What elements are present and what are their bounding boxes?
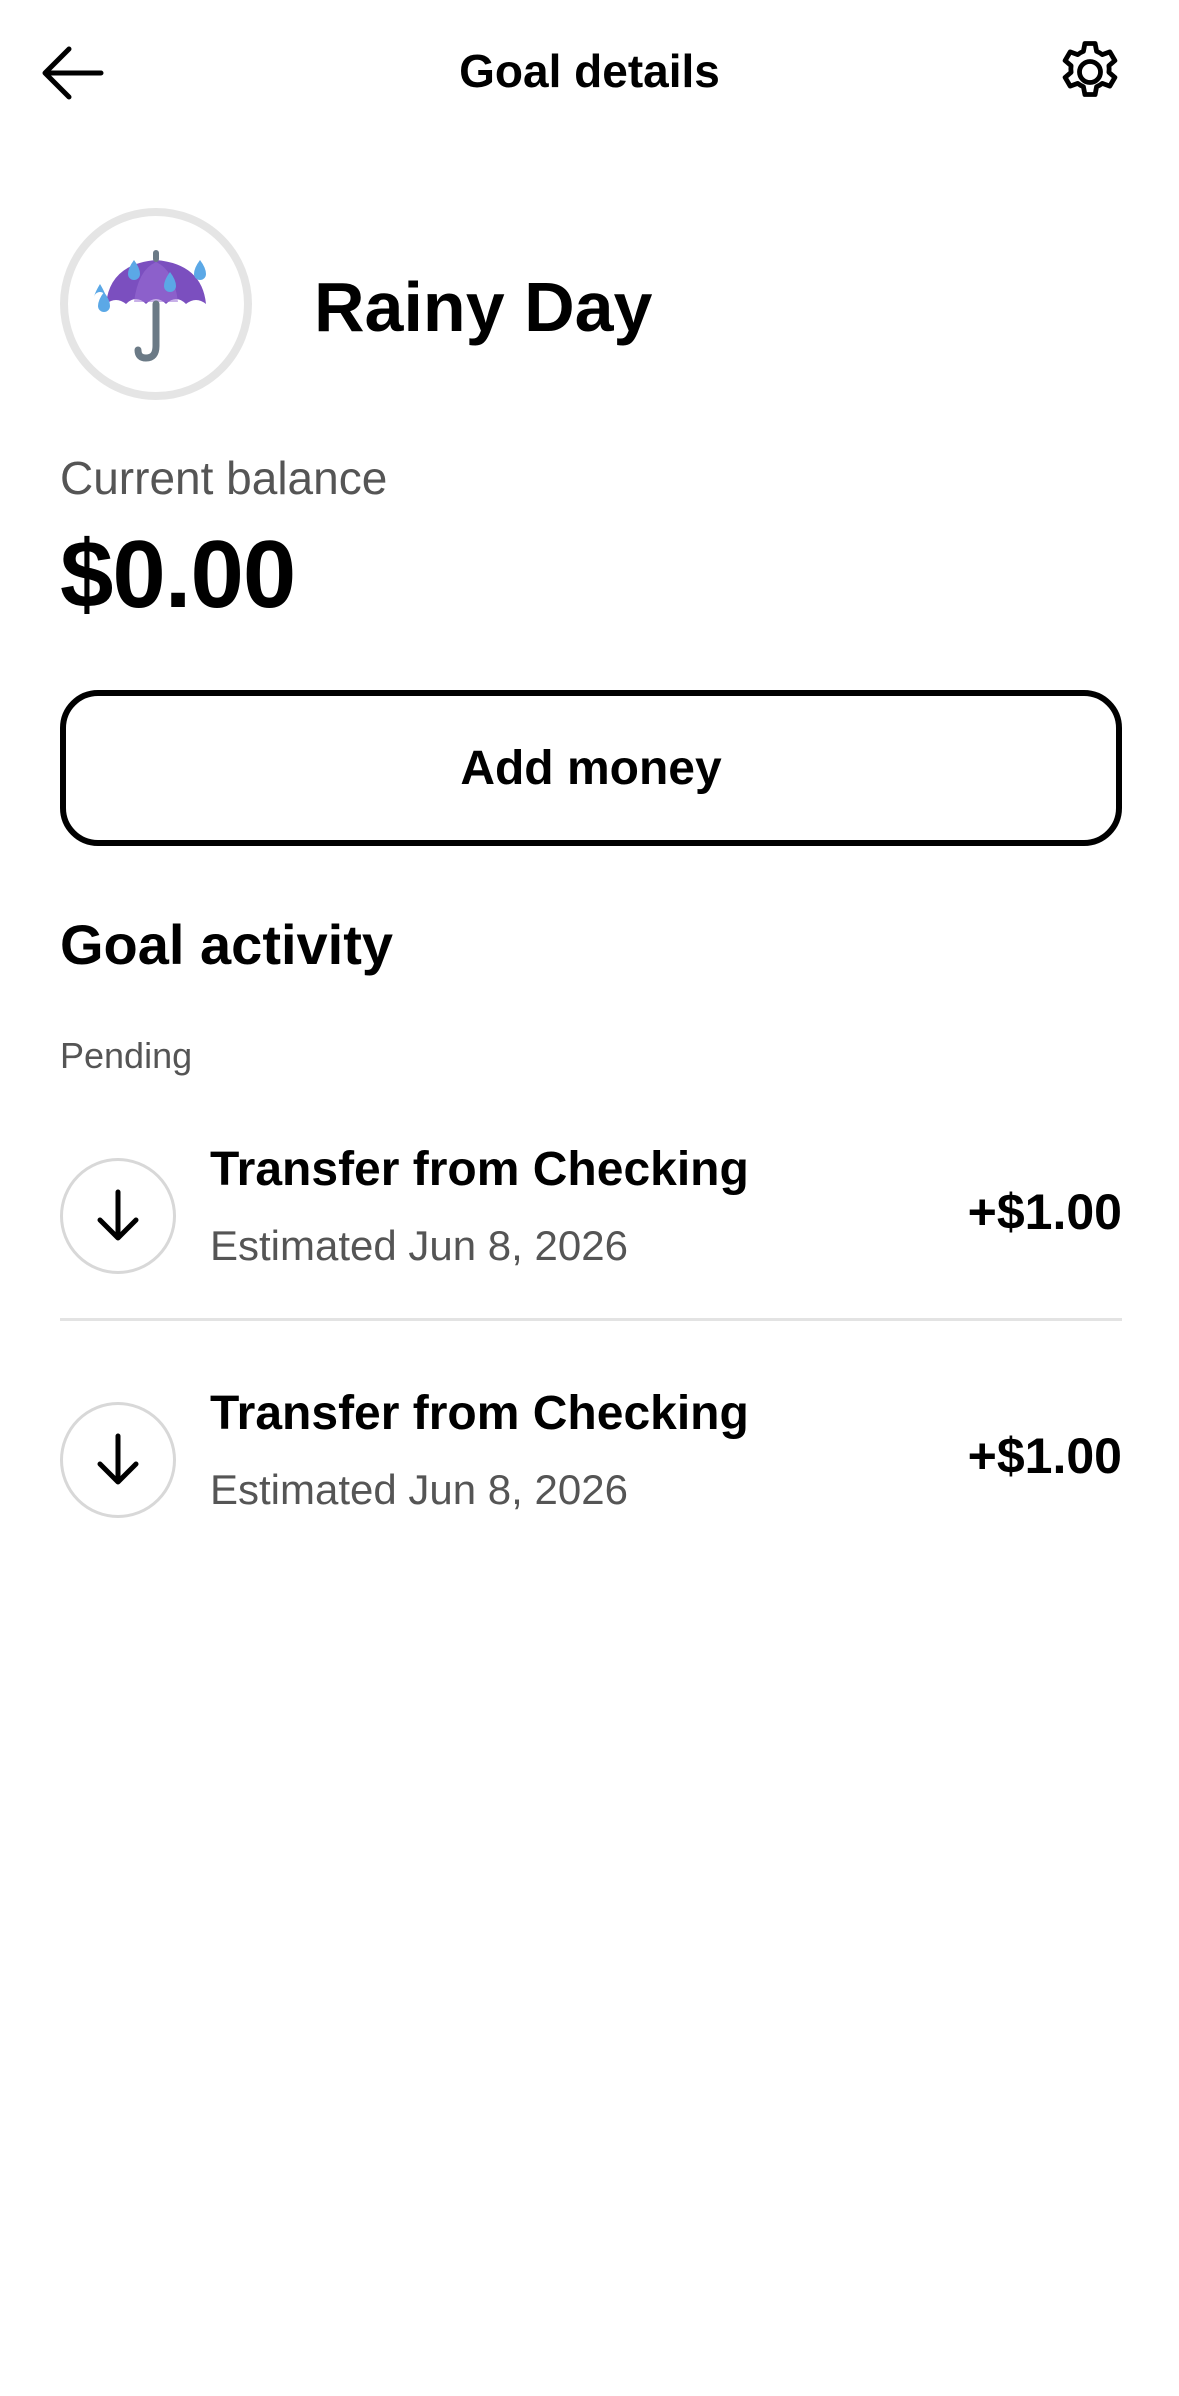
activity-item[interactable]: Transfer from Checking Estimated Jun 8, … — [60, 1382, 1122, 1542]
activity-icon-circle — [60, 1158, 176, 1274]
goal-name: Rainy Day — [314, 268, 653, 346]
activity-item[interactable]: Transfer from Checking Estimated Jun 8, … — [60, 1138, 1122, 1298]
page-title: Goal details — [459, 45, 720, 97]
umbrella-with-rain-icon — [94, 250, 206, 362]
activity-icon-circle — [60, 1402, 176, 1518]
goal-avatar — [60, 208, 252, 400]
activity-amount: +$1.00 — [967, 1428, 1122, 1484]
arrow-down-icon — [97, 1189, 139, 1241]
goal-activity-title: Goal activity — [60, 913, 394, 976]
activity-amount: +$1.00 — [967, 1184, 1122, 1240]
balance-amount: $0.00 — [60, 521, 296, 628]
activity-subtitle: Estimated Jun 8, 2026 — [210, 1222, 628, 1269]
settings-button[interactable] — [1040, 22, 1140, 122]
activity-title: Transfer from Checking — [210, 1387, 749, 1440]
activity-title: Transfer from Checking — [210, 1143, 749, 1196]
arrow-down-icon — [97, 1433, 139, 1485]
divider — [60, 1318, 1122, 1321]
pending-label: Pending — [60, 1035, 193, 1076]
activity-subtitle: Estimated Jun 8, 2026 — [210, 1466, 628, 1513]
add-money-button[interactable]: Add money — [60, 690, 1122, 846]
gear-icon — [1062, 41, 1118, 97]
balance-label: Current balance — [60, 452, 388, 504]
